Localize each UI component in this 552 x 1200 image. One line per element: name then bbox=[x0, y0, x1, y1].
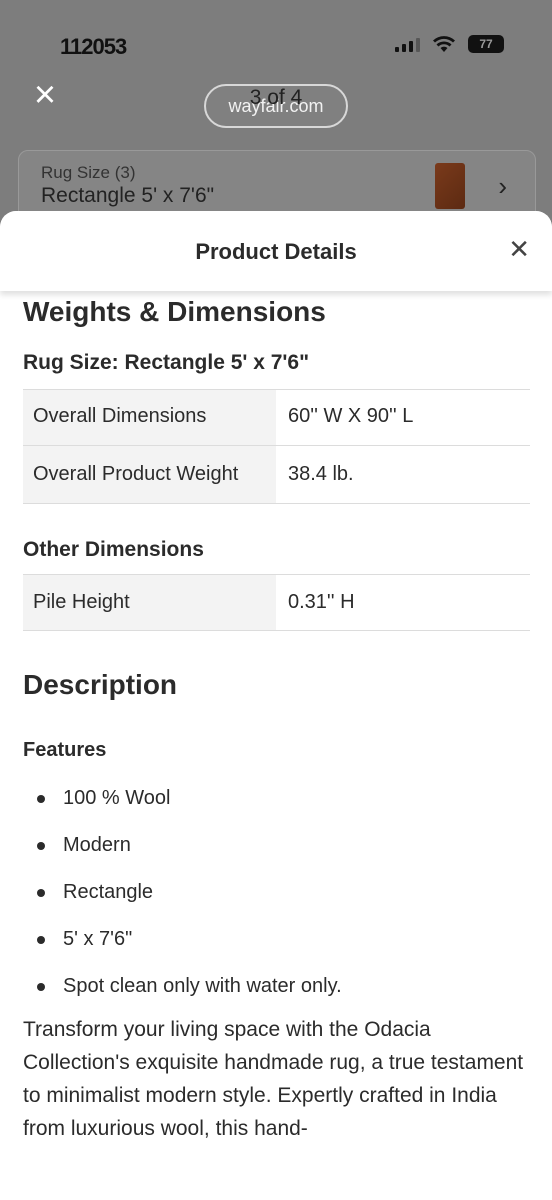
dimension-value: 0.31'' H bbox=[276, 574, 530, 631]
url-bar[interactable]: wayfair.com 3 of 4 bbox=[204, 84, 348, 128]
close-browser-icon[interactable]: × bbox=[28, 76, 62, 114]
list-item: 5' x 7'6" bbox=[23, 927, 530, 974]
rug-thumbnail bbox=[435, 163, 465, 209]
weights-table: Overall Dimensions 60'' W X 90'' L Overa… bbox=[23, 389, 530, 504]
sheet-title: Product Details bbox=[195, 239, 357, 264]
dimension-value: 60'' W X 90'' L bbox=[276, 389, 530, 446]
rug-size-value: Rectangle 5' x 7'6" bbox=[41, 184, 215, 207]
list-item: Rectangle bbox=[23, 880, 530, 927]
list-item: Modern bbox=[23, 833, 530, 880]
chevron-right-icon: › bbox=[498, 171, 507, 201]
list-item: Spot clean only with water only. bbox=[23, 974, 530, 1021]
table-row: Pile Height 0.31'' H bbox=[23, 574, 530, 631]
battery-icon: 77 bbox=[468, 35, 504, 53]
dimension-label: Overall Product Weight bbox=[23, 445, 276, 504]
status-icons: 77 bbox=[395, 35, 504, 53]
close-icon[interactable]: ✕ bbox=[508, 235, 530, 263]
rug-size-heading: Rug Size: Rectangle 5' x 7'6" bbox=[23, 351, 310, 374]
sheet-header: Product Details ✕ bbox=[0, 211, 552, 291]
other-dimensions-heading: Other Dimensions bbox=[23, 538, 204, 561]
image-pager: 3 of 4 bbox=[249, 86, 303, 109]
other-dimensions-table: Pile Height 0.31'' H bbox=[23, 574, 530, 631]
product-details-sheet: Product Details ✕ Weights & Dimensions R… bbox=[0, 211, 552, 1200]
dimension-value: 38.4 lb. bbox=[276, 445, 530, 504]
description-paragraph: Transform your living space with the Oda… bbox=[23, 1018, 524, 1140]
status-time: 112053 bbox=[60, 34, 127, 59]
rug-size-label: Rug Size (3) bbox=[41, 163, 136, 182]
table-row: Overall Dimensions 60'' W X 90'' L bbox=[23, 389, 530, 446]
table-row: Overall Product Weight 38.4 lb. bbox=[23, 445, 530, 504]
background-page: 112053 77 × wayfair.com 3 of 4 Rug Size … bbox=[0, 0, 552, 240]
cellular-signal-icon bbox=[395, 36, 420, 52]
list-item: 100 % Wool bbox=[23, 786, 530, 833]
features-heading: Features bbox=[23, 739, 107, 761]
status-bar: 112053 77 bbox=[0, 0, 552, 90]
features-list: 100 % Wool Modern Rectangle 5' x 7'6" Sp… bbox=[23, 786, 530, 1021]
dimension-label: Pile Height bbox=[23, 574, 276, 631]
weights-heading: Weights & Dimensions bbox=[23, 296, 326, 327]
wifi-icon bbox=[433, 36, 455, 52]
description-heading: Description bbox=[23, 669, 178, 700]
sheet-content: Weights & Dimensions Rug Size: Rectangle… bbox=[23, 291, 530, 1145]
dimension-label: Overall Dimensions bbox=[23, 389, 276, 446]
